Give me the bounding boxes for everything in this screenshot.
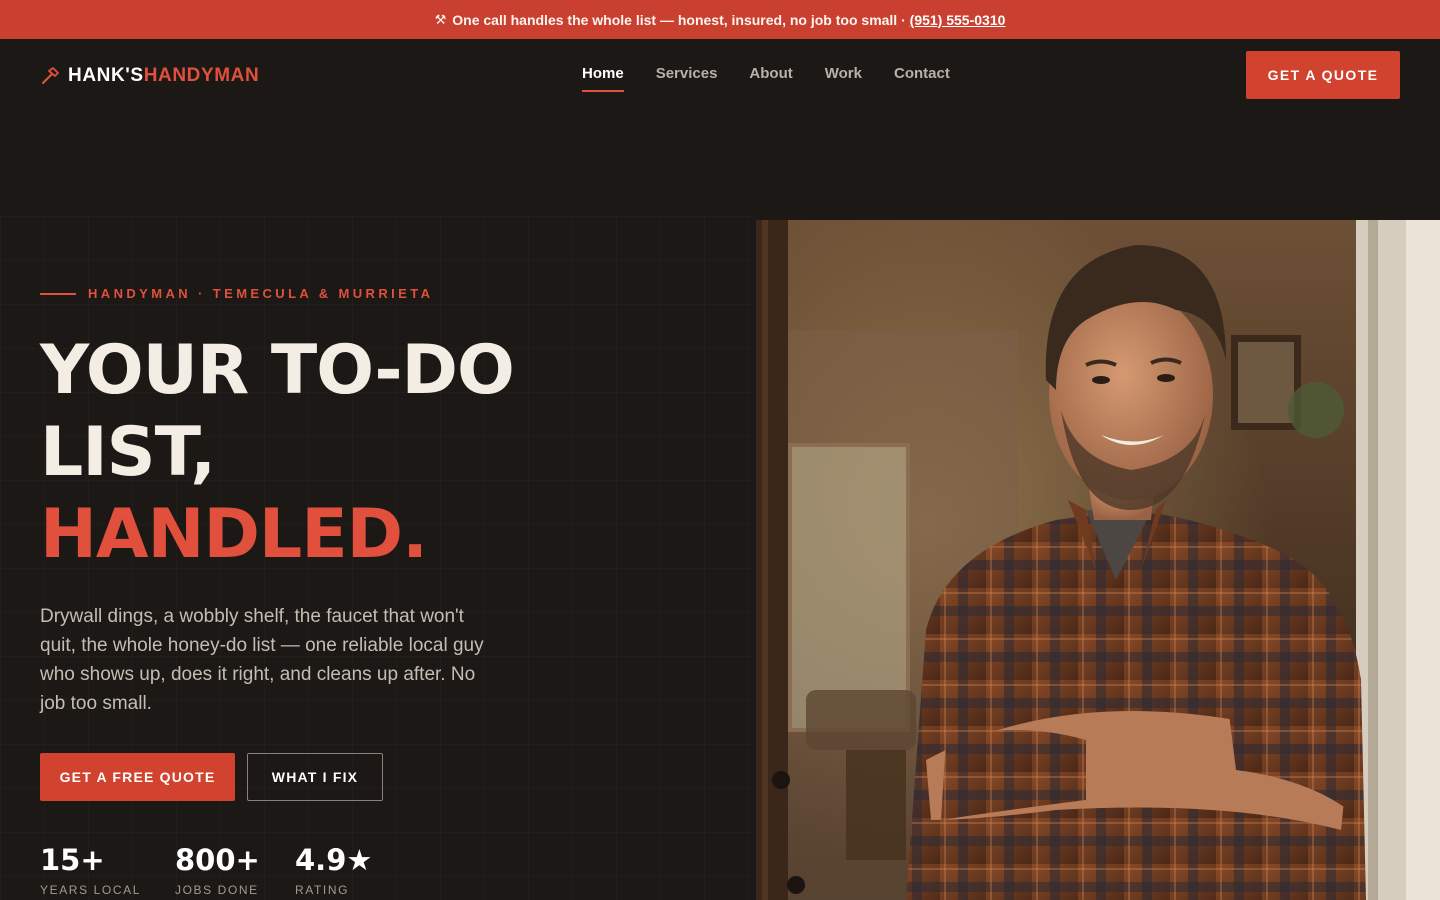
stat-value: 15+ <box>40 843 105 877</box>
headline-line-1: YOUR TO-DO <box>40 331 515 410</box>
hero-description: Drywall dings, a wobbly shelf, the fauce… <box>40 606 484 714</box>
stat-value: 800+ <box>175 843 260 877</box>
stat-years: 15+ YEARS LOCAL <box>40 843 141 897</box>
hero-eyebrow: HANDYMAN · TEMECULA & MURRIETA <box>40 286 433 301</box>
nav-contact[interactable]: Contact <box>894 65 950 92</box>
eyebrow-text: HANDYMAN · TEMECULA & MURRIETA <box>88 286 434 301</box>
headline-line-2: LIST, <box>40 413 216 492</box>
announcement-text: One call handles the whole list — honest… <box>452 11 906 28</box>
hero-headline: YOUR TO-DO LIST, HANDLED. <box>40 330 720 576</box>
what-i-fix-button[interactable]: WHAT I FIX <box>247 753 383 801</box>
stat-label: RATING <box>295 883 350 897</box>
hammer-icon <box>40 66 60 86</box>
logo[interactable]: HANK'SHANDYMAN <box>40 65 259 87</box>
phone-link[interactable]: (951) 555-0310 <box>910 12 1006 28</box>
get-free-quote-button[interactable]: GET A FREE QUOTE <box>40 753 235 801</box>
site-header: HANK'SHANDYMAN Home Services About Work … <box>0 39 1440 111</box>
stat-rating: 4.9★ RATING <box>295 843 372 897</box>
headline-line-3: HANDLED. <box>40 495 428 574</box>
hero-photo <box>756 220 1440 900</box>
eyebrow-rule <box>40 292 76 295</box>
logo-text-first: HANK'S <box>68 65 144 86</box>
main-nav: Home Services About Work Contact <box>582 65 950 92</box>
stat-value: 4.9★ <box>295 843 373 877</box>
nav-home[interactable]: Home <box>582 65 624 92</box>
stat-jobs: 800+ JOBS DONE <box>175 843 260 897</box>
stat-label: JOBS DONE <box>175 883 259 897</box>
nav-services[interactable]: Services <box>656 65 718 92</box>
logo-text-second: HANDYMAN <box>143 65 260 86</box>
hammer-icon: ⚒ <box>434 11 447 27</box>
nav-work[interactable]: Work <box>825 65 862 92</box>
stat-label: YEARS LOCAL <box>40 883 141 897</box>
nav-about[interactable]: About <box>749 65 792 92</box>
get-quote-button[interactable]: GET A QUOTE <box>1246 51 1400 99</box>
announcement-bar: ⚒ One call handles the whole list — hone… <box>0 0 1440 39</box>
